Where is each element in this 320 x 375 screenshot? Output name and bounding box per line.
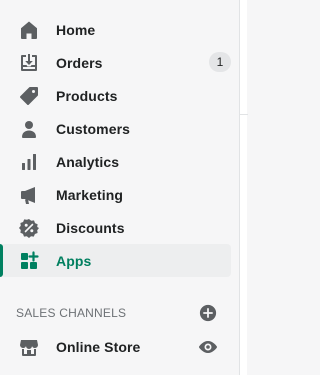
- sidebar-item-label: Products: [56, 87, 118, 104]
- apps-icon: [19, 250, 39, 271]
- sidebar-item-analytics[interactable]: Analytics: [0, 145, 231, 178]
- orders-icon: [19, 53, 39, 73]
- sidebar-item-label: Discounts: [56, 219, 125, 236]
- sidebar-item-label: Customers: [56, 120, 131, 137]
- sidebar-item-apps[interactable]: Apps: [0, 244, 231, 277]
- plus-circle-icon[interactable]: [199, 304, 217, 322]
- person-icon: [19, 119, 39, 139]
- orders-count-badge: 1: [209, 52, 231, 72]
- eye-icon[interactable]: [198, 337, 218, 357]
- sidebar-item-orders[interactable]: Orders 1: [0, 46, 231, 79]
- sales-channels-header: SALES CHANNELS: [0, 303, 231, 323]
- discount-icon: [19, 218, 39, 238]
- section-title: SALES CHANNELS: [16, 306, 127, 320]
- sidebar-item-label: Analytics: [56, 153, 120, 170]
- sidebar-nav: Home Orders 1 Products Customers Analyti…: [0, 13, 231, 277]
- sales-channels-list: Online Store: [0, 330, 231, 363]
- sidebar-item-marketing[interactable]: Marketing: [0, 178, 231, 211]
- sidebar-item-label: Online Store: [56, 338, 141, 355]
- sidebar-item-online-store[interactable]: Online Store: [0, 330, 231, 363]
- bar-chart-icon: [19, 152, 39, 172]
- tag-icon: [19, 86, 39, 106]
- sidebar-item-label: Marketing: [56, 186, 124, 203]
- home-icon: [19, 20, 39, 40]
- sidebar-item-home[interactable]: Home: [0, 13, 231, 46]
- main-content-edge: [239, 0, 248, 375]
- sidebar-item-customers[interactable]: Customers: [0, 112, 231, 145]
- sidebar-item-discounts[interactable]: Discounts: [0, 211, 231, 244]
- sidebar-item-label: Apps: [56, 252, 92, 269]
- megaphone-icon: [19, 185, 39, 205]
- sidebar-item-products[interactable]: Products: [0, 79, 231, 112]
- sidebar-item-label: Orders: [56, 54, 103, 71]
- store-icon: [19, 337, 39, 357]
- sidebar-item-label: Home: [56, 21, 96, 38]
- divider: [240, 114, 248, 115]
